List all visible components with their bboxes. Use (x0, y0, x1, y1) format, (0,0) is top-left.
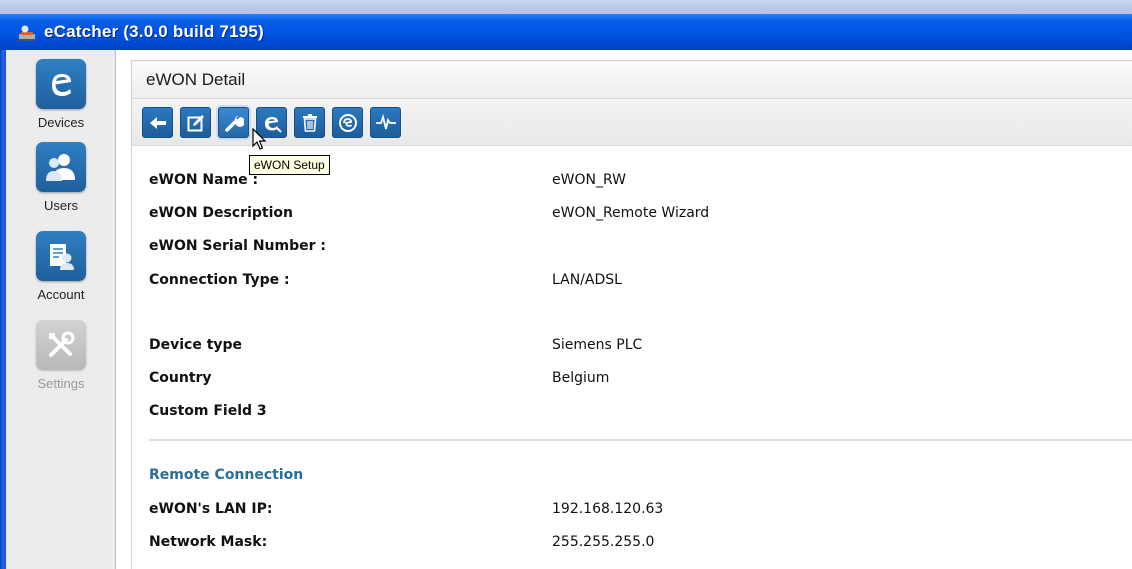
window-titlebar[interactable]: eCatcher (3.0.0 build 7195) (0, 14, 1132, 50)
field-label: Device type (149, 337, 243, 353)
disconnect-button[interactable] (332, 107, 363, 138)
tooltip: eWON Setup (249, 155, 330, 175)
mouse-cursor-icon (252, 128, 267, 150)
field-label: eWON Serial Number : (149, 238, 326, 254)
edit-icon (187, 114, 204, 131)
field-value: Siemens PLC (552, 337, 643, 353)
monitor-button[interactable] (370, 107, 401, 138)
field-row-country: Country Belgium (149, 367, 1132, 389)
field-label: eWON Name : (149, 172, 259, 188)
edit-button[interactable] (180, 107, 211, 138)
field-value: 192.168.120.63 (552, 501, 664, 517)
sidebar-item-label: Devices (37, 115, 85, 130)
field-row-lan-ip: eWON's LAN IP: 192.168.120.63 (149, 498, 1132, 520)
sidebar-item-users[interactable]: Users (6, 142, 116, 213)
sidebar-item-devices[interactable]: Devices (6, 59, 116, 130)
field-value: Belgium (552, 370, 610, 386)
remote-connection-heading: Remote Connection (149, 467, 304, 483)
wrench-setup-icon (224, 115, 244, 132)
panel-header: eWON Detail (132, 61, 1132, 99)
ecatcher-app-icon (18, 25, 36, 41)
field-row-connection-type: Connection Type : LAN/ADSL (149, 269, 1132, 291)
field-label: eWON's LAN IP: (149, 501, 273, 517)
field-label: Network Mask: (149, 534, 268, 550)
field-value: eWON_Remote Wizard (552, 205, 710, 221)
account-icon (36, 231, 86, 281)
field-value: 255.255.255.0 (552, 534, 655, 550)
ewon-setup-button[interactable] (218, 107, 249, 138)
field-label: Country (149, 370, 212, 386)
settings-tools-icon (36, 320, 86, 370)
field-value: eWON_RW (552, 172, 626, 188)
field-label: eWON Description (149, 205, 293, 221)
sidebar-item-account[interactable]: Account (6, 231, 116, 302)
back-button[interactable] (142, 107, 173, 138)
field-row-custom-field-3: Custom Field 3 (149, 400, 1132, 422)
detail-panel: eWON Detail eWON Name: eWON_RW eWON Des… (131, 60, 1132, 569)
field-row-network-mask: Network Mask: 255.255.255.0 (149, 531, 1132, 553)
users-icon (36, 142, 86, 192)
field-label: Custom Field 3 (149, 403, 267, 419)
sidebar-item-settings: Settings (6, 320, 116, 391)
field-row-serial-number: eWON Serial Number : (149, 235, 1132, 257)
sidebar-item-label: Account (37, 287, 85, 302)
field-label: Connection Type : (149, 272, 290, 288)
sidebar-item-label: Users (44, 198, 78, 213)
page-title: eWON Detail (146, 69, 246, 89)
back-arrow-icon (149, 116, 166, 129)
desktop-strip (0, 0, 1132, 14)
sidebar-item-label: Settings (37, 376, 85, 391)
field-row-device-type: Device type Siemens PLC (149, 334, 1132, 356)
trash-icon (302, 113, 317, 132)
devices-e-icon (36, 59, 86, 109)
field-value: LAN/ADSL (552, 272, 622, 288)
window-title: eCatcher (3.0.0 build 7195) (44, 22, 264, 41)
toolbar (132, 99, 1132, 146)
disconnect-icon (338, 113, 357, 132)
delete-button[interactable] (294, 107, 325, 138)
sidebar: Devices Users Account Settings (6, 50, 116, 569)
pulse-monitor-icon (375, 113, 396, 129)
section-divider (149, 439, 1132, 441)
field-row-ewon-description: eWON Description eWON_Remote Wizard (149, 202, 1132, 224)
